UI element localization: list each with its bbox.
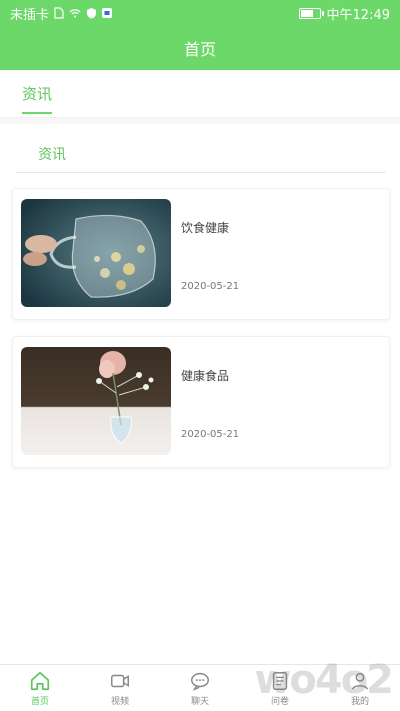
clock: 中午12:49: [326, 7, 390, 23]
nav-survey-label: 问卷: [270, 696, 289, 707]
main-content: 资讯 饮食健康 2020-05-21 健康食品 2020-05-21: [0, 124, 400, 664]
carrier-label: 未插卡: [10, 7, 50, 23]
nav-survey[interactable]: 问卷: [240, 665, 320, 711]
tab-indicator: [22, 112, 52, 114]
status-right: 中午12:49: [298, 4, 390, 23]
nav-chat[interactable]: 聊天: [160, 665, 240, 711]
shield-icon: [85, 7, 97, 19]
app-notification-icon: [101, 7, 113, 19]
nav-chat-label: 聊天: [190, 696, 209, 707]
survey-icon: [272, 671, 288, 690]
status-bar: 未插卡 中午12:49: [0, 0, 400, 26]
article-image-flower: [21, 347, 171, 455]
wifi-icon: [69, 7, 81, 19]
nav-profile[interactable]: 我的: [320, 665, 400, 711]
tab-news[interactable]: 资讯: [22, 83, 52, 104]
article-title: 健康食品: [181, 369, 230, 383]
battery-icon: [298, 7, 324, 19]
status-left: 未插卡: [10, 4, 113, 23]
bottom-nav: 首页 视频 聊天 问卷 我的: [0, 664, 400, 711]
nav-video[interactable]: 视频: [80, 665, 160, 711]
app-header: 首页: [0, 26, 400, 70]
nav-home-label: 首页: [30, 696, 49, 707]
sim-icon: [53, 7, 65, 19]
page-title: 首页: [183, 40, 216, 59]
article-card[interactable]: 健康食品 2020-05-21: [12, 336, 390, 468]
tab-bar-top: 资讯: [0, 70, 400, 118]
home-icon: [30, 671, 50, 690]
article-title: 饮食健康: [181, 221, 230, 235]
nav-home[interactable]: 首页: [0, 665, 80, 711]
section-divider: [16, 172, 386, 173]
article-card[interactable]: 饮食健康 2020-05-21: [12, 188, 390, 320]
article-image-teapot: [21, 199, 171, 307]
nav-profile-label: 我的: [350, 696, 369, 707]
article-date: 2020-05-21: [181, 429, 240, 440]
video-icon: [111, 674, 129, 687]
nav-video-label: 视频: [110, 696, 129, 707]
section-title: 资讯: [38, 147, 66, 163]
article-date: 2020-05-21: [181, 281, 240, 292]
chat-icon: [191, 672, 209, 691]
profile-icon: [351, 672, 369, 690]
